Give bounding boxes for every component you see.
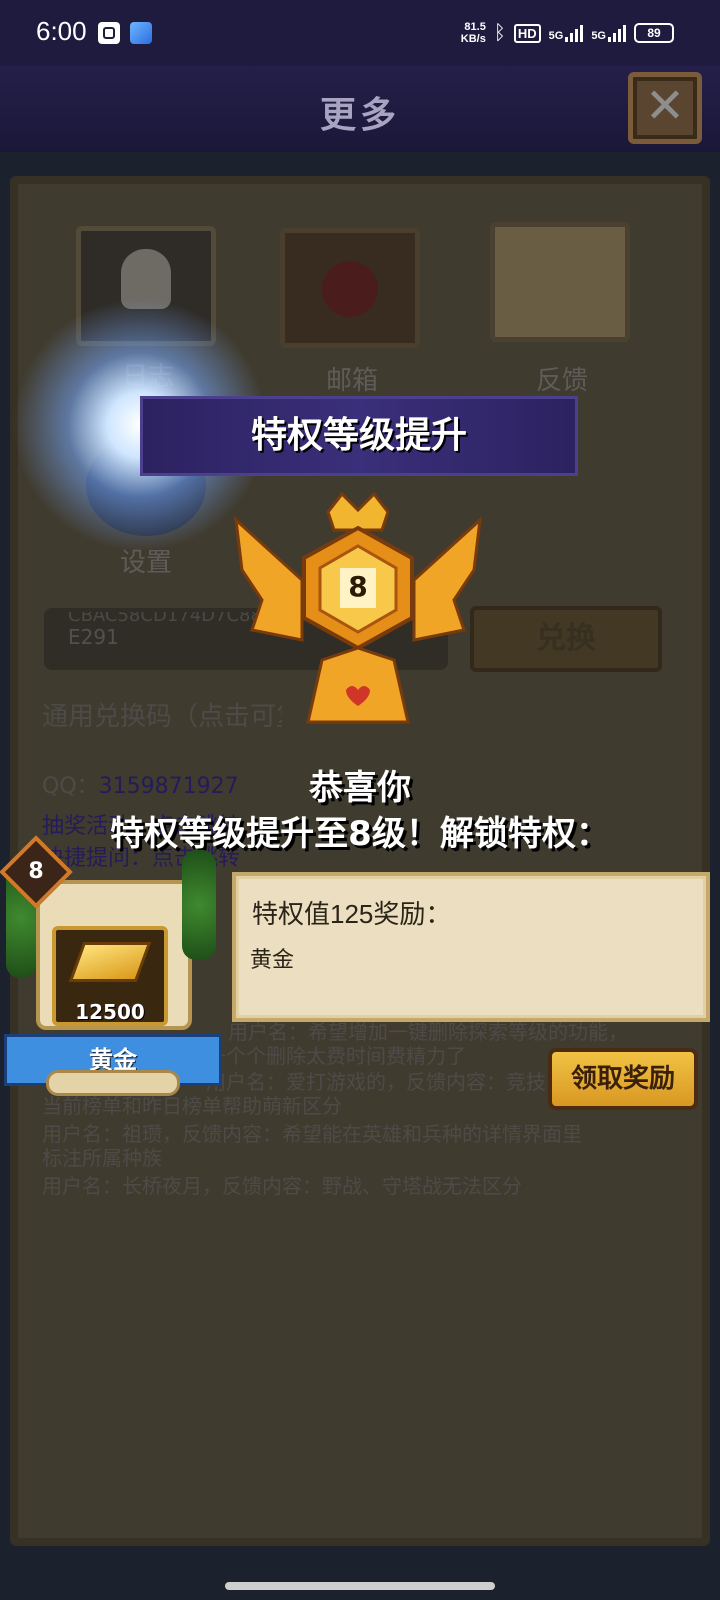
hd-icon: HD	[513, 23, 541, 43]
battery-icon: 89	[634, 23, 674, 43]
signal-bars-icon	[608, 24, 626, 42]
gallery-notification-icon	[130, 22, 152, 44]
reward-quantity: 12500	[75, 1000, 145, 1024]
status-indicators: 81.5 KB/s ᛒ HD 5G 5G 89	[461, 18, 674, 48]
congrats-text: 恭喜你	[309, 768, 411, 808]
net-speed-unit: KB/s	[460, 33, 486, 45]
reward-level: 8	[28, 859, 44, 884]
badge-level: 8	[348, 570, 368, 603]
privilege-description-box: 特权值125奖励： 黄金	[232, 872, 710, 1022]
banner-title: 特权等级提升	[250, 415, 467, 456]
close-button[interactable]: ✕	[628, 72, 702, 144]
net-speed-value: 81.5	[464, 21, 486, 33]
close-x-icon: ✕	[644, 78, 686, 134]
home-indicator[interactable]	[225, 1582, 495, 1590]
level-up-banner: 特权等级提升	[140, 396, 578, 476]
gold-bar-icon	[68, 942, 152, 982]
signal-bars-icon	[565, 24, 584, 42]
scroll-stand	[46, 1070, 180, 1096]
bluetooth-icon: ᛒ	[493, 21, 506, 44]
signal-1: 5G	[549, 24, 584, 42]
privilege-badge-icon	[234, 491, 482, 724]
claim-reward-label: 领取奖励	[570, 1064, 675, 1094]
app-notification-icon	[98, 22, 120, 44]
network-speed: 81.5 KB/s	[461, 21, 486, 45]
title-bar: 更多	[0, 66, 720, 152]
privilege-description-item: 黄金	[250, 947, 295, 972]
signal-2: 5G	[591, 24, 626, 42]
unlock-text: 特权等级提升至8级！解锁特权：	[110, 814, 610, 854]
clock: 6:00	[36, 16, 87, 46]
vine-decoration	[182, 850, 216, 960]
status-bar: 6:00 81.5 KB/s ᛒ HD 5G 5G 89	[0, 0, 720, 66]
privilege-description-title: 特权值125奖励：	[252, 899, 452, 929]
page-title: 更多	[319, 95, 400, 136]
claim-reward-button[interactable]: 领取奖励	[548, 1048, 698, 1110]
